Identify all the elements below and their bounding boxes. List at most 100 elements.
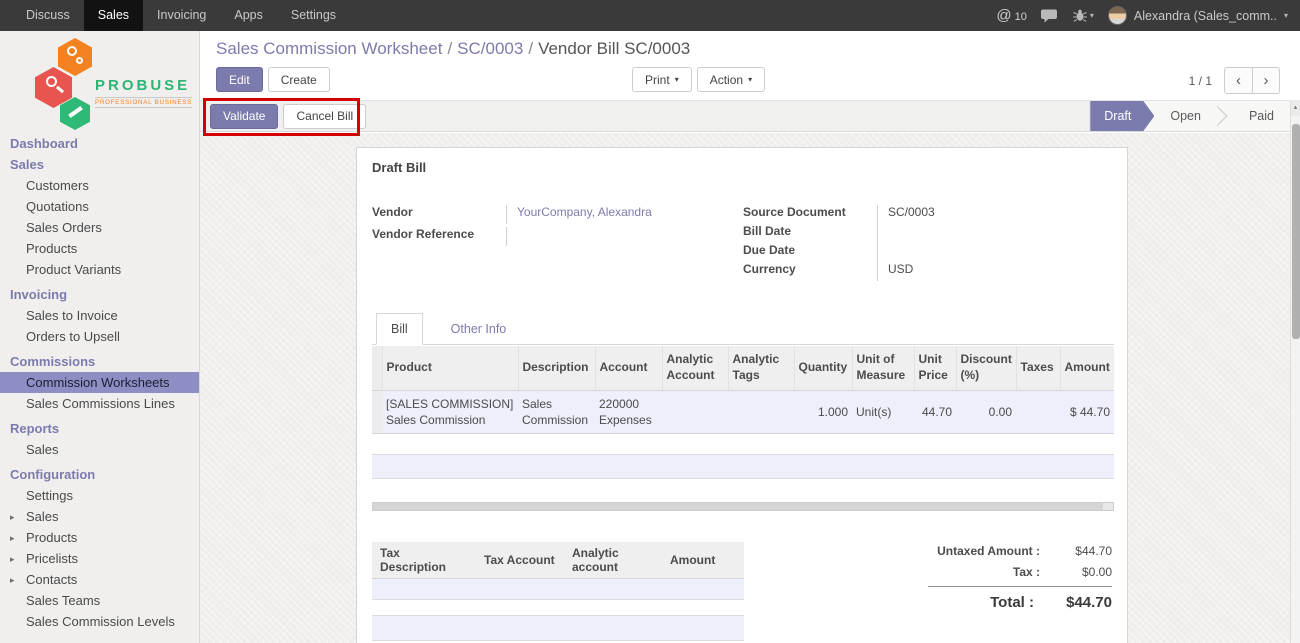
gutter-column	[372, 346, 382, 390]
vertical-scrollbar[interactable]: ▲	[1290, 100, 1300, 643]
menu-invoicing[interactable]: Invoicing	[143, 0, 220, 31]
sidebar-menu: Dashboard Sales Customers Quotations Sal…	[0, 133, 199, 632]
invoice-lines-table: Product Description Account Analytic Acc…	[372, 346, 1114, 434]
vendor-value-link[interactable]: YourCompany, Alexandra	[506, 205, 722, 224]
print-label: Print	[645, 73, 670, 87]
sidebar-item-sales-to-invoice[interactable]: Sales to Invoice	[0, 305, 199, 326]
breadcrumb-worksheet-link[interactable]: Sales Commission Worksheet	[216, 39, 442, 58]
breadcrumb-separator: /	[447, 39, 452, 58]
action-dropdown-button[interactable]: Action▾	[697, 67, 765, 92]
col-taxes: Taxes	[1016, 346, 1060, 390]
sidebar-item-sales-commissions-lines[interactable]: Sales Commissions Lines	[0, 393, 199, 414]
sidebar-item-label: Pricelists	[26, 551, 78, 566]
caret-right-icon: ▸	[10, 510, 15, 525]
col-uom: Unit of Measure	[852, 346, 914, 390]
control-panel: Sales Commission Worksheet/SC/0003/Vendo…	[200, 31, 1300, 100]
tab-bill[interactable]: Bill	[376, 313, 423, 345]
sidebar-item-invoicing[interactable]: Invoicing	[0, 284, 199, 305]
tax-value: $0.00	[1040, 565, 1112, 579]
breadcrumb-sc0003-link[interactable]: SC/0003	[457, 39, 523, 58]
gear-icon	[76, 57, 83, 64]
cell-account: 220000 Expenses	[595, 390, 662, 433]
menu-discuss[interactable]: Discuss	[12, 0, 84, 31]
cell-quantity: 1.000	[794, 390, 852, 433]
bill-date-value	[877, 224, 1114, 243]
pager-next-button[interactable]: ›	[1252, 68, 1279, 93]
sidebar-item-quotations[interactable]: Quotations	[0, 196, 199, 217]
sidebar-item-products[interactable]: Products	[0, 238, 199, 259]
user-name: Alexandra (Sales_comm..	[1134, 9, 1277, 23]
cell-discount: 0.00	[956, 390, 1016, 433]
menu-apps[interactable]: Apps	[220, 0, 277, 31]
vertical-scrollbar-thumb[interactable]	[1292, 124, 1300, 339]
due-date-label: Due Date	[743, 243, 877, 257]
sidebar-item-reports-sales[interactable]: Sales	[0, 439, 199, 460]
tax-empty-row	[372, 579, 744, 600]
menu-settings[interactable]: Settings	[277, 0, 350, 31]
caret-down-icon: ▾	[748, 75, 752, 84]
tax-label: Tax :	[1013, 565, 1040, 579]
cell-unit-price: 44.70	[914, 390, 956, 433]
pager-previous-button[interactable]: ‹	[1225, 68, 1252, 93]
col-tax-description: Tax Description	[372, 542, 476, 579]
sidebar-item-config-sales[interactable]: ▸Sales	[0, 506, 199, 527]
print-dropdown-button[interactable]: Print▾	[632, 67, 692, 92]
validate-button[interactable]: Validate	[210, 104, 278, 129]
debug-menu-button[interactable]: ▾	[1073, 9, 1094, 22]
sidebar-item-sales-teams[interactable]: Sales Teams	[0, 590, 199, 611]
sidebar-item-sales-orders[interactable]: Sales Orders	[0, 217, 199, 238]
messages-button[interactable]	[1041, 9, 1059, 23]
horizontal-scrollbar[interactable]	[372, 502, 1114, 511]
horizontal-scrollbar-thumb[interactable]	[373, 503, 1103, 510]
breadcrumb: Sales Commission Worksheet/SC/0003/Vendo…	[216, 39, 690, 59]
status-draft[interactable]: Draft	[1090, 101, 1154, 131]
main-area: Sales Commission Worksheet/SC/0003/Vendo…	[200, 31, 1300, 643]
sidebar-item-contacts[interactable]: ▸Contacts	[0, 569, 199, 590]
edit-button[interactable]: Edit	[216, 67, 263, 92]
create-button[interactable]: Create	[268, 67, 330, 92]
scrollbar-up-arrow[interactable]: ▲	[1291, 100, 1300, 116]
sidebar-item-sales[interactable]: Sales	[0, 154, 199, 175]
sidebar-item-configuration[interactable]: Configuration	[0, 464, 199, 485]
mention-counter[interactable]: @ 10	[996, 7, 1026, 24]
status-open[interactable]: Open	[1154, 101, 1217, 131]
topbar-right: @ 10 ▾ Alexandra (Sales_comm.. ▾	[996, 0, 1300, 31]
sidebar-item-commissions[interactable]: Commissions	[0, 351, 199, 372]
sidebar-item-pricelists[interactable]: ▸Pricelists	[0, 548, 199, 569]
total-label: Total :	[990, 594, 1034, 611]
sidebar-item-settings[interactable]: Settings	[0, 485, 199, 506]
sidebar-item-sales-commission-levels[interactable]: Sales Commission Levels	[0, 611, 199, 632]
sidebar-item-orders-to-upsell[interactable]: Orders to Upsell	[0, 326, 199, 347]
lines-header-row: Product Description Account Analytic Acc…	[372, 346, 1114, 390]
empty-line-row	[372, 454, 1114, 479]
col-discount: Discount (%)	[956, 346, 1016, 390]
sidebar-item-customers[interactable]: Customers	[0, 175, 199, 196]
col-amount: Amount	[1060, 346, 1114, 390]
user-menu[interactable]: Alexandra (Sales_comm.. ▾	[1108, 6, 1288, 25]
col-product: Product	[382, 346, 518, 390]
logo-subtitle: PROFESSIONAL BUSINESS	[95, 97, 192, 108]
source-document-label: Source Document	[743, 205, 877, 219]
sidebar-item-commission-worksheets[interactable]: Commission Worksheets	[0, 372, 199, 393]
col-analytic-tags: Analytic Tags	[728, 346, 794, 390]
tab-other-info[interactable]: Other Info	[437, 314, 521, 344]
table-row[interactable]: [SALES COMMISSION] Sales Commission Sale…	[372, 390, 1114, 433]
bug-icon	[1073, 9, 1087, 22]
caret-down-icon: ▾	[1284, 11, 1288, 20]
status-paid[interactable]: Paid	[1233, 101, 1290, 131]
menu-sales[interactable]: Sales	[84, 0, 143, 31]
sidebar-item-config-products[interactable]: ▸Products	[0, 527, 199, 548]
cell-taxes	[1016, 390, 1060, 433]
col-analytic-account: Analytic Account	[662, 346, 728, 390]
source-document-value: SC/0003	[877, 205, 1114, 224]
cancel-bill-button[interactable]: Cancel Bill	[283, 104, 366, 129]
sidebar-item-product-variants[interactable]: Product Variants	[0, 259, 199, 280]
caret-right-icon: ▸	[10, 531, 15, 546]
sidebar-item-dashboard[interactable]: Dashboard	[0, 133, 199, 154]
avatar	[1108, 6, 1127, 25]
logo-title: PROBUSE	[95, 77, 190, 94]
at-icon: @	[996, 7, 1011, 24]
untaxed-amount-value: $44.70	[1040, 544, 1112, 558]
pencil-icon	[68, 106, 83, 118]
sidebar-item-reports[interactable]: Reports	[0, 418, 199, 439]
